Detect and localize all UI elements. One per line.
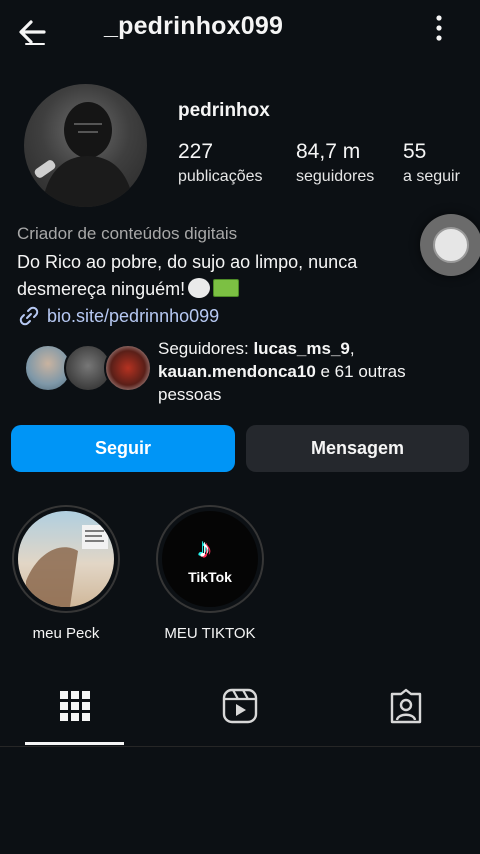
more-vertical-icon[interactable] bbox=[424, 12, 454, 44]
profile-category: Criador de conteúdos digitais bbox=[17, 224, 238, 243]
tiktok-icon: ♪ bbox=[198, 533, 211, 563]
profile-display-name: pedrinhox bbox=[178, 100, 270, 121]
followers-label: seguidores bbox=[296, 168, 375, 185]
posts-stat[interactable]: 227 publicações bbox=[178, 140, 263, 186]
mutual-followers-text[interactable]: Seguidores: lucas_ms_9, kauan.mendonca10… bbox=[158, 337, 458, 406]
profile-tabs bbox=[0, 680, 480, 747]
mutual-followers-avatars[interactable] bbox=[24, 344, 152, 392]
money-emoji-icon bbox=[213, 279, 240, 297]
avatar[interactable] bbox=[24, 84, 147, 207]
following-count: 55 bbox=[403, 140, 427, 163]
followers-stat[interactable]: 84,7 m seguidores bbox=[296, 140, 374, 186]
highlight-item[interactable]: meu Peck bbox=[8, 505, 124, 642]
emoji-icon bbox=[188, 278, 211, 298]
bio-line-1: Do Rico ao pobre, do sujo ao limpo, nunc… bbox=[17, 252, 358, 272]
follower-user-1: lucas_ms_9 bbox=[253, 339, 350, 358]
top-bar: _pedrinhox099 bbox=[0, 0, 480, 60]
followers-separator: , bbox=[349, 339, 355, 358]
bio-line-2-text: desmereça ninguém! bbox=[17, 279, 186, 299]
highlight-ring: ♪ TikTok bbox=[156, 505, 264, 613]
assistive-button-icon bbox=[433, 227, 469, 263]
floating-assistive-button[interactable] bbox=[420, 214, 480, 276]
profile-username: _pedrinhox099 bbox=[104, 12, 284, 40]
followers-prefix: Seguidores: bbox=[158, 339, 254, 358]
bio-line-2: desmereça ninguém! bbox=[17, 276, 417, 303]
posts-count: 227 bbox=[178, 140, 214, 163]
following-label: a seguir bbox=[403, 168, 460, 185]
back-arrow-icon[interactable] bbox=[14, 12, 54, 52]
highlight-cover bbox=[18, 511, 114, 607]
message-button[interactable]: Mensagem bbox=[246, 425, 469, 472]
posts-label: publicações bbox=[178, 168, 263, 185]
profile-bio: Do Rico ao pobre, do sujo ao limpo, nunc… bbox=[17, 249, 417, 303]
highlight-cover: ♪ TikTok bbox=[162, 511, 258, 607]
highlight-ring bbox=[12, 505, 120, 613]
reels-icon[interactable] bbox=[222, 688, 258, 724]
grid-icon[interactable] bbox=[57, 688, 93, 724]
follow-button[interactable]: Seguir bbox=[11, 425, 235, 472]
bio-link[interactable]: bio.site/pedrinnho099 bbox=[17, 304, 219, 328]
follower-user-2: kauan.mendonca10 bbox=[158, 362, 316, 381]
active-tab-indicator bbox=[25, 742, 124, 745]
highlight-item[interactable]: ♪ TikTok MEU TIKTOK bbox=[152, 505, 268, 642]
followers-count: 84,7 m bbox=[296, 140, 361, 163]
highlight-label: MEU TIKTOK bbox=[164, 625, 256, 642]
bio-link-text: bio.site/pedrinnho099 bbox=[47, 305, 220, 326]
tiktok-cover-text: TikTok bbox=[188, 569, 232, 585]
avatar bbox=[104, 344, 152, 392]
link-icon bbox=[19, 306, 39, 326]
highlight-label: meu Peck bbox=[32, 625, 100, 642]
tagged-icon[interactable] bbox=[388, 688, 424, 724]
following-stat[interactable]: 55 a seguir bbox=[403, 140, 460, 186]
